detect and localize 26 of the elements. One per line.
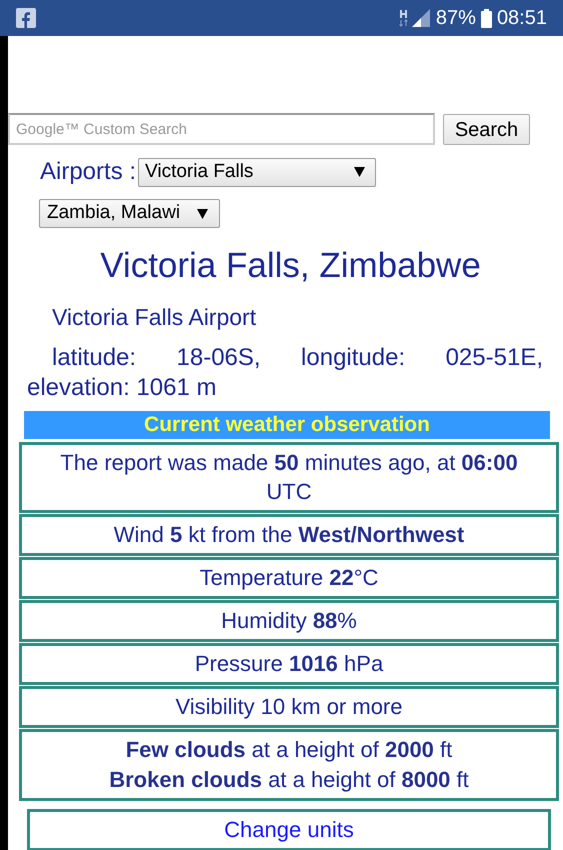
region-select[interactable]: Zambia, Malawi — [39, 199, 220, 228]
page-title: Victoria Falls, Zimbabwe — [99, 245, 482, 287]
network-type-icon — [398, 9, 408, 27]
search-button[interactable]: Search — [443, 114, 530, 144]
observation-text: Visibility 10 km or more — [176, 692, 402, 720]
observation-text: The report was made 50 minutes ago, at 06:00 UTC — [59, 448, 519, 506]
dropdown-arrow-icon — [354, 167, 366, 177]
signal-icon — [412, 9, 430, 27]
airports-label: Airports : — [40, 157, 136, 187]
location-details: latitude: 18-06S, longitude: 025-51E, elevation: 1061 m — [27, 342, 543, 402]
battery-icon — [480, 8, 492, 28]
observation-text: Broken clouds at a height of 8000 ft — [109, 766, 469, 794]
observation-text: Humidity 88% — [221, 606, 357, 634]
airport-select[interactable]: Victoria Falls — [138, 158, 376, 186]
section-heading: Current weather observation — [24, 410, 550, 438]
search-field[interactable]: Google™ Custom Search — [8, 113, 435, 145]
clock: 08:51 — [496, 6, 547, 31]
observation-text: Wind 5 kt from the West/Northwest — [114, 520, 464, 548]
dropdown-arrow-icon — [197, 208, 208, 218]
observation-text: Pressure 1016 hPa — [194, 650, 384, 678]
observation-text: Few clouds at a height of 2000 ft — [126, 736, 452, 764]
battery-percentage: 87% — [436, 6, 476, 31]
airport-name: Victoria Falls Airport — [52, 303, 258, 332]
change-units-link[interactable]: Change units — [27, 808, 551, 850]
observation-text: Temperature 22°C — [200, 564, 378, 592]
app-notification-icon — [16, 8, 36, 28]
